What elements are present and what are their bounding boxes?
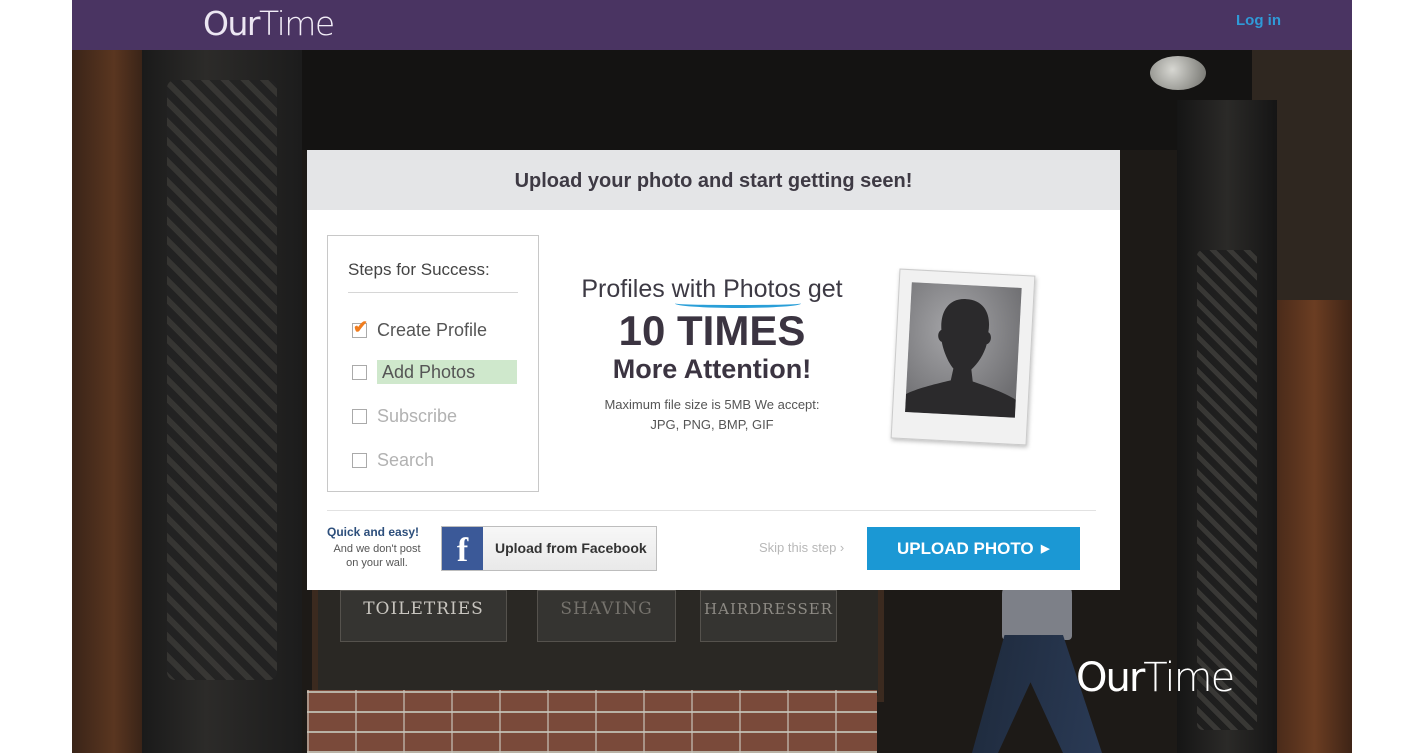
skip-step-link[interactable]: Skip this step › (759, 540, 844, 555)
step-label: Add Photos (377, 360, 518, 384)
checkmark-icon: ✔ (353, 317, 369, 337)
divider (327, 510, 1096, 511)
facebook-icon: f (442, 527, 483, 570)
steps-panel: Steps for Success: ✔ Create Profile Add … (327, 235, 539, 492)
quick-and-easy-note: Quick and easy! And we don't post on you… (327, 525, 421, 569)
step-label: Subscribe (377, 406, 458, 426)
upload-photo-modal: Upload your photo and start getting seen… (307, 150, 1120, 590)
play-arrow-icon: ▶ (1041, 543, 1050, 555)
checkbox (352, 365, 367, 380)
pitch-headline: Profiles with Photos get (581, 275, 843, 308)
step-label: Create Profile (377, 320, 488, 340)
placeholder-photo (890, 268, 1036, 446)
top-bar: OurTime Log in (72, 0, 1352, 50)
door-left (72, 50, 142, 753)
ornate-pillar-left (142, 50, 302, 753)
page-frame: TOILETRIES SHAVING HAIRDRESSER OurTime L… (72, 0, 1352, 753)
door-right (1277, 300, 1352, 753)
checkbox (352, 409, 367, 424)
file-requirements: Maximum file size is 5MB We accept: JPG,… (604, 397, 820, 432)
sign-toiletries: TOILETRIES (340, 590, 507, 642)
checkbox (352, 453, 367, 468)
ourtime-logo[interactable]: OurTime (203, 4, 335, 44)
login-link[interactable]: Log in (1236, 12, 1281, 29)
steps-title: Steps for Success: (348, 260, 490, 279)
ourtime-watermark: OurTime (1076, 655, 1235, 701)
highlight-with-photos: with Photos (671, 275, 802, 308)
sign-shaving: SHAVING (537, 590, 676, 642)
pitch-big-text: 10 TIMES (618, 307, 806, 354)
divider (348, 292, 518, 293)
pitch-sub-text: More Attention! (612, 354, 812, 384)
modal-title: Upload your photo and start getting seen… (307, 150, 1120, 210)
avatar-silhouette-icon (905, 282, 1022, 418)
step-label: Search (377, 450, 435, 470)
upload-photo-button[interactable]: UPLOAD PHOTO ▶ (867, 527, 1080, 570)
sign-hairdresser: HAIRDRESSER (700, 590, 837, 642)
upload-from-facebook-button[interactable]: f Upload from Facebook (441, 526, 657, 571)
lamp (1150, 56, 1206, 90)
photo-pitch: Profiles with Photos get 10 TIMES More A… (562, 275, 862, 435)
